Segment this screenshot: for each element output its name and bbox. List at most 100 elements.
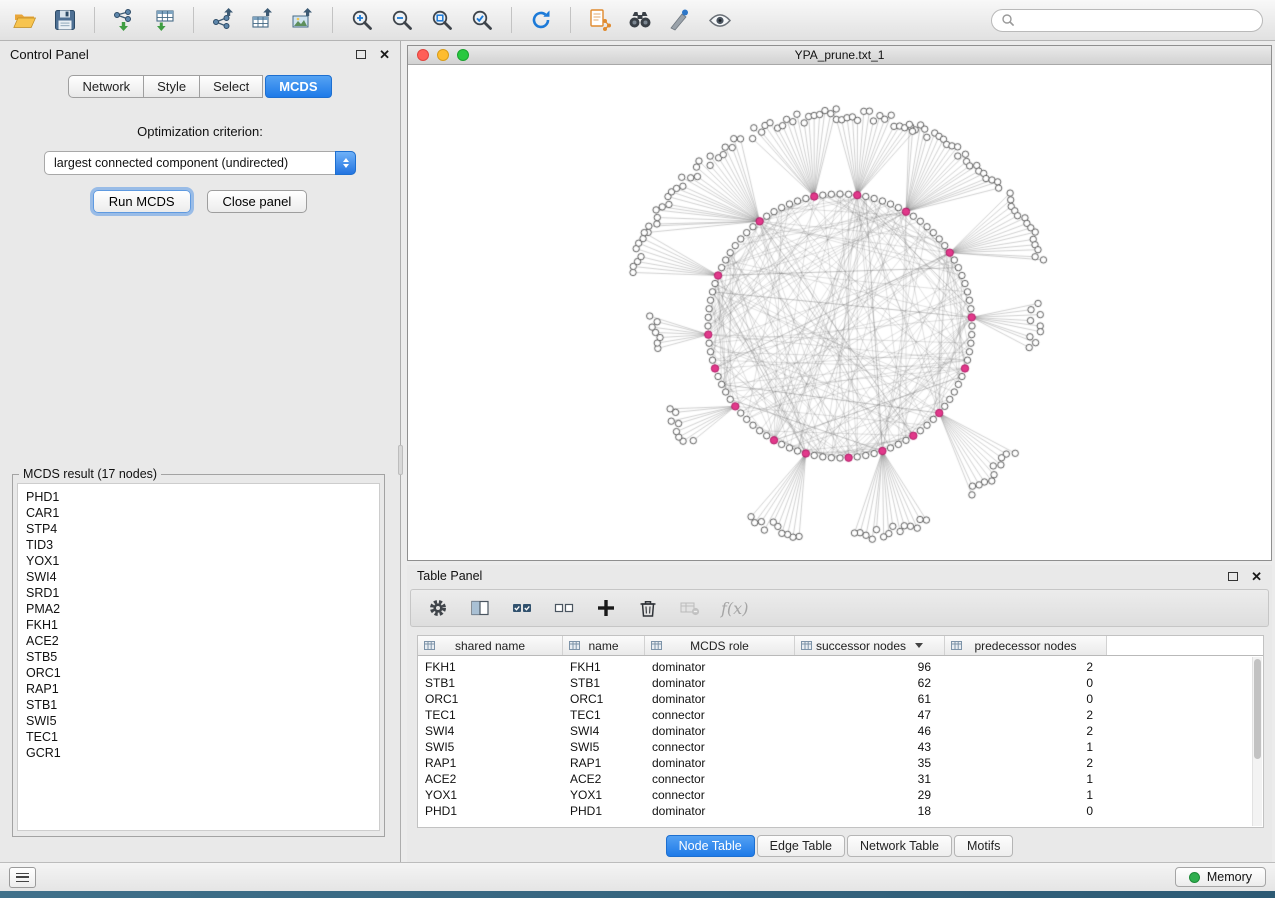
mcds-result-item[interactable]: CAR1 <box>26 505 371 521</box>
deselect-all-icon[interactable] <box>553 597 575 619</box>
cell-mcds-role: dominator <box>645 804 795 818</box>
tab-motifs[interactable]: Motifs <box>954 835 1013 857</box>
chevron-down-icon <box>915 643 923 648</box>
column-label: MCDS role <box>690 639 749 653</box>
search-input[interactable] <box>1021 13 1253 27</box>
cell-successor-nodes: 29 <box>795 788 945 802</box>
table-row[interactable]: STB1 STB1 dominator 62 0 <box>418 675 1263 691</box>
cell-shared-name: YOX1 <box>418 788 563 802</box>
cell-shared-name: SWI5 <box>418 740 563 754</box>
cell-shared-name: ORC1 <box>418 692 563 706</box>
delete-column-icon[interactable] <box>637 597 659 619</box>
table-row[interactable]: YOX1 YOX1 connector 29 1 <box>418 787 1263 803</box>
memory-button[interactable]: Memory <box>1175 867 1266 887</box>
show-columns-icon[interactable] <box>469 597 491 619</box>
run-mcds-button[interactable]: Run MCDS <box>93 190 191 213</box>
mcds-result-item[interactable]: STP4 <box>26 521 371 537</box>
column-header-predecessor-nodes[interactable]: predecessor nodes <box>945 636 1107 655</box>
gear-icon[interactable] <box>427 597 449 619</box>
mcds-result-item[interactable]: SWI4 <box>26 569 371 585</box>
export-network-icon[interactable] <box>210 7 236 33</box>
render-details-icon[interactable] <box>667 7 693 33</box>
tab-network[interactable]: Network <box>68 75 144 98</box>
table-row[interactable]: ACE2 ACE2 connector 31 1 <box>418 771 1263 787</box>
hamburger-icon <box>16 873 29 882</box>
import-network-icon[interactable] <box>111 7 137 33</box>
table-scrollbar-thumb[interactable] <box>1254 659 1261 759</box>
cell-shared-name: FKH1 <box>418 660 563 674</box>
column-header-shared-name[interactable]: shared name <box>418 636 563 655</box>
open-folder-icon[interactable] <box>12 7 38 33</box>
cell-successor-nodes: 96 <box>795 660 945 674</box>
select-all-icon[interactable] <box>511 597 533 619</box>
table-row[interactable]: FKH1 FKH1 dominator 96 2 <box>418 659 1263 675</box>
optimization-criterion-select[interactable]: largest connected component (undirected) <box>44 151 356 175</box>
mcds-result-item[interactable]: PMA2 <box>26 601 371 617</box>
table-scrollbar[interactable] <box>1252 657 1262 826</box>
table-row[interactable]: RAP1 RAP1 dominator 35 2 <box>418 755 1263 771</box>
column-header-filler <box>1107 636 1263 655</box>
float-table-panel-icon[interactable] <box>1228 572 1238 581</box>
cell-mcds-role: dominator <box>645 692 795 706</box>
close-panel-icon[interactable]: ✕ <box>379 48 390 61</box>
close-panel-button[interactable]: Close panel <box>207 190 308 213</box>
tab-edge-table[interactable]: Edge Table <box>757 835 845 857</box>
float-panel-icon[interactable] <box>356 50 366 59</box>
mcds-result-item[interactable]: ORC1 <box>26 665 371 681</box>
tab-mcds[interactable]: MCDS <box>265 75 331 98</box>
zoom-fit-icon[interactable] <box>429 7 455 33</box>
export-image-icon[interactable] <box>290 7 316 33</box>
mcds-result-item[interactable]: STB5 <box>26 649 371 665</box>
zoom-selected-icon[interactable] <box>469 7 495 33</box>
tab-node-table[interactable]: Node Table <box>666 835 755 857</box>
tab-style[interactable]: Style <box>144 75 200 98</box>
mcds-result-item[interactable]: RAP1 <box>26 681 371 697</box>
eye-icon[interactable] <box>707 7 733 33</box>
status-menu-button[interactable] <box>9 867 36 888</box>
mcds-result-item[interactable]: TEC1 <box>26 729 371 745</box>
close-table-panel-icon[interactable]: ✕ <box>1251 570 1262 583</box>
add-column-icon[interactable] <box>595 597 617 619</box>
close-window-button[interactable] <box>417 49 429 61</box>
right-area: YPA_prune.txt_1 Table Panel ✕ <box>402 41 1275 862</box>
table-row[interactable]: PHD1 PHD1 dominator 18 0 <box>418 803 1263 819</box>
mcds-result-item[interactable]: SRD1 <box>26 585 371 601</box>
tab-select[interactable]: Select <box>200 75 263 98</box>
mcds-result-item[interactable]: STB1 <box>26 697 371 713</box>
cell-predecessor-nodes: 2 <box>945 708 1107 722</box>
import-table-disabled-icon[interactable] <box>679 597 701 619</box>
cell-name: ACE2 <box>563 772 645 786</box>
search-binoculars-icon[interactable] <box>627 7 653 33</box>
network-canvas[interactable] <box>408 65 1271 559</box>
table-row[interactable]: TEC1 TEC1 connector 47 2 <box>418 707 1263 723</box>
cell-successor-nodes: 47 <box>795 708 945 722</box>
mcds-result-item[interactable]: GCR1 <box>26 745 371 761</box>
cell-name: SWI5 <box>563 740 645 754</box>
save-icon[interactable] <box>52 7 78 33</box>
function-builder-icon[interactable]: f(x) <box>721 599 748 618</box>
column-header-mcds-role[interactable]: MCDS role <box>645 636 795 655</box>
table-row[interactable]: SWI4 SWI4 dominator 46 2 <box>418 723 1263 739</box>
mcds-result-item[interactable]: FKH1 <box>26 617 371 633</box>
mcds-result-item[interactable]: PHD1 <box>26 489 371 505</box>
zoom-in-icon[interactable] <box>349 7 375 33</box>
cell-shared-name: PHD1 <box>418 804 563 818</box>
zoom-out-icon[interactable] <box>389 7 415 33</box>
refresh-layout-icon[interactable] <box>528 7 554 33</box>
tab-network-table[interactable]: Network Table <box>847 835 952 857</box>
column-header-successor-nodes[interactable]: successor nodes <box>795 636 945 655</box>
import-table-icon[interactable] <box>151 7 177 33</box>
mcds-result-title: MCDS result (17 nodes) <box>19 467 161 481</box>
cell-shared-name: STB1 <box>418 676 563 690</box>
zoom-window-button[interactable] <box>457 49 469 61</box>
export-table-icon[interactable] <box>250 7 276 33</box>
mcds-result-item[interactable]: YOX1 <box>26 553 371 569</box>
minimize-window-button[interactable] <box>437 49 449 61</box>
table-row[interactable]: ORC1 ORC1 dominator 61 0 <box>418 691 1263 707</box>
column-header-name[interactable]: name <box>563 636 645 655</box>
mcds-result-item[interactable]: SWI5 <box>26 713 371 729</box>
document-share-icon[interactable] <box>587 7 613 33</box>
mcds-result-item[interactable]: TID3 <box>26 537 371 553</box>
table-row[interactable]: SWI5 SWI5 connector 43 1 <box>418 739 1263 755</box>
mcds-result-item[interactable]: ACE2 <box>26 633 371 649</box>
